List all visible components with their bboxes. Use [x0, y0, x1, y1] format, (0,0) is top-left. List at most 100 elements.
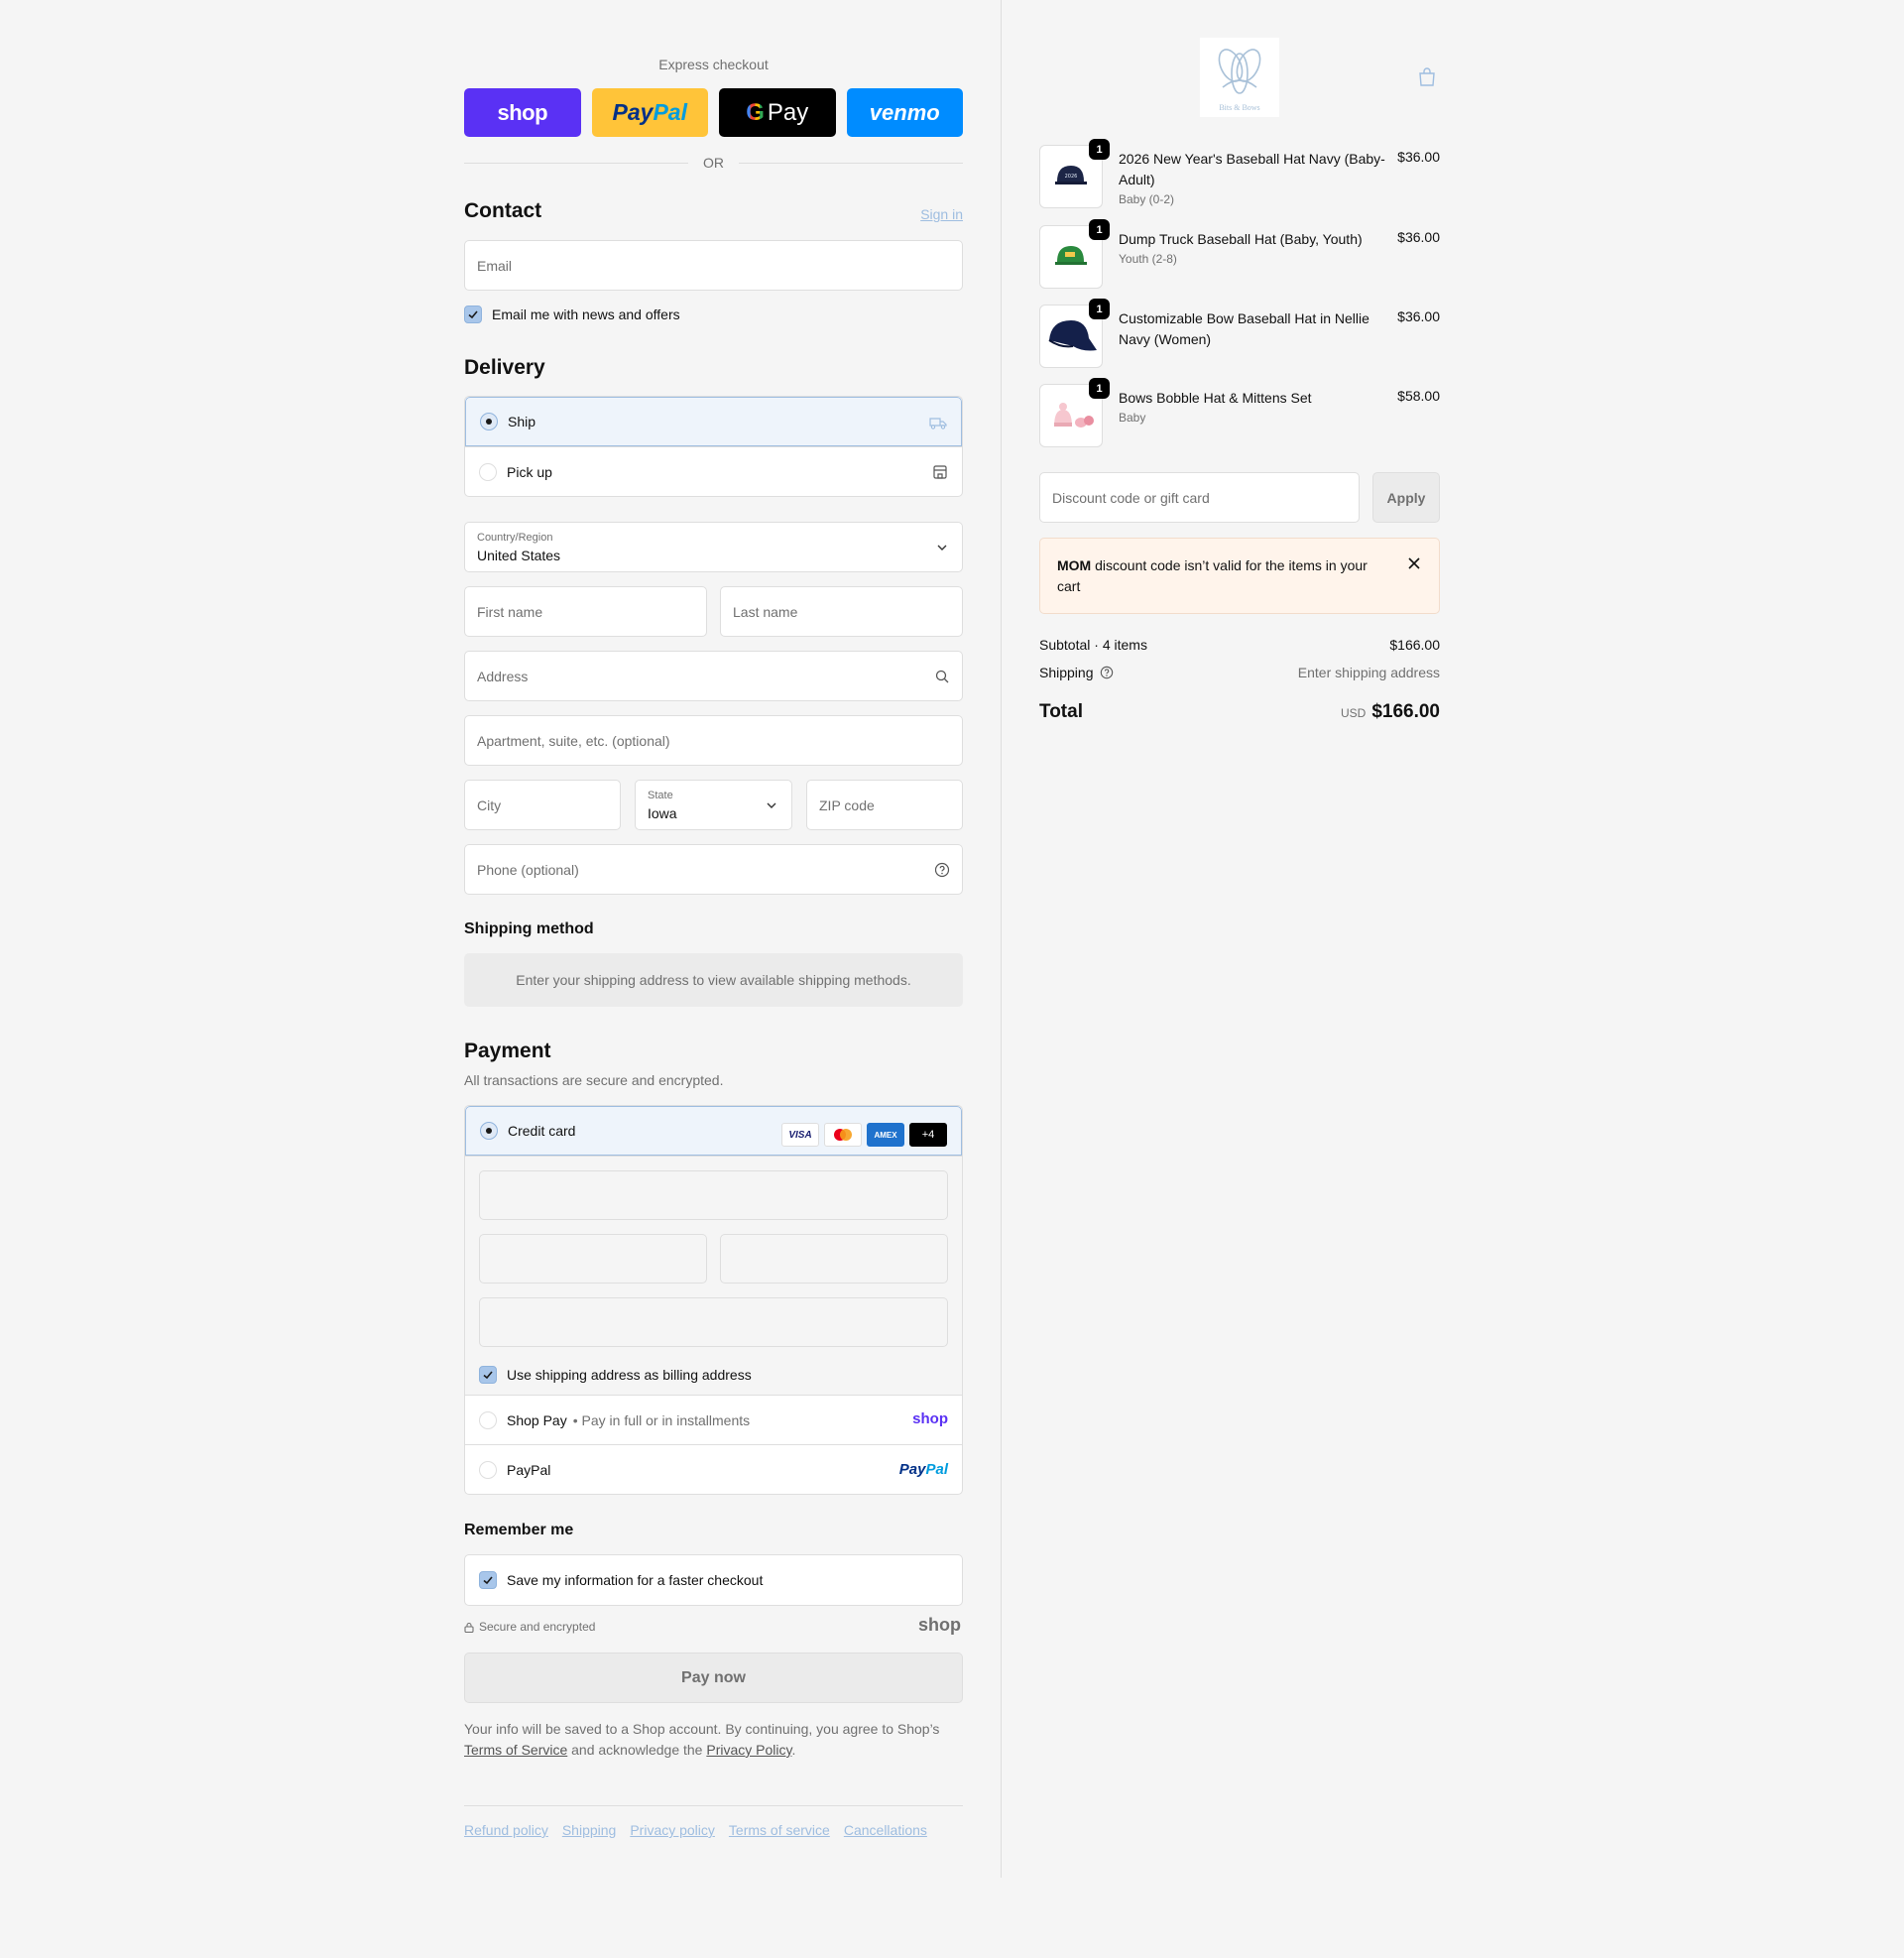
footer-link-shipping[interactable]: Shipping: [562, 1822, 617, 1838]
state-value: Iowa: [648, 805, 677, 821]
total-value: $166.00: [1371, 701, 1440, 722]
close-icon[interactable]: [1407, 556, 1421, 570]
country-select[interactable]: Country/Region United States: [464, 522, 963, 572]
first-name-field[interactable]: First name: [464, 586, 707, 637]
remember-me-box: Save my information for a faster checkou…: [464, 1554, 963, 1606]
total-label: Total: [1039, 701, 1083, 722]
delivery-option-ship[interactable]: Ship: [465, 397, 962, 446]
payment-option-shop-pay[interactable]: Shop Pay • Pay in full or in installment…: [465, 1395, 962, 1444]
billing-checkbox[interactable]: [479, 1366, 497, 1384]
discount-code-input[interactable]: Discount code or gift card: [1039, 472, 1360, 523]
google-g-icon: G: [746, 98, 765, 126]
store-logo[interactable]: Bits & Bows: [1200, 38, 1279, 117]
help-icon[interactable]: [1100, 666, 1114, 679]
subtotal-row: Subtotal · 4 items $166.00: [1039, 637, 1440, 653]
item-name: Bows Bobble Hat & Mittens Set Baby: [1119, 388, 1386, 427]
shopping-bag-icon[interactable]: [1418, 67, 1436, 87]
credit-card-label: Credit card: [508, 1123, 576, 1139]
last-name-field[interactable]: Last name: [720, 586, 963, 637]
apartment-field[interactable]: Apartment, suite, etc. (optional): [464, 715, 963, 766]
footer-link-privacy[interactable]: Privacy policy: [630, 1822, 715, 1838]
secure-label: Secure and encrypted: [479, 1620, 596, 1634]
ship-radio[interactable]: [480, 413, 498, 430]
column-divider: [1001, 0, 1002, 1878]
search-icon: [935, 670, 949, 683]
payment-subtitle: All transactions are secure and encrypte…: [464, 1072, 724, 1088]
item-variant: Youth (2-8): [1119, 252, 1177, 266]
shop-pay-express-button[interactable]: shop: [464, 88, 581, 137]
country-label: Country/Region: [477, 532, 553, 544]
payment-option-paypal[interactable]: PayPal PayPal: [465, 1444, 962, 1494]
email-field[interactable]: Email: [464, 240, 963, 291]
news-checkbox[interactable]: [464, 306, 482, 323]
news-checkbox-label: Email me with news and offers: [492, 306, 680, 322]
terms-of-service-link[interactable]: Terms of Service: [464, 1742, 567, 1758]
delivery-option-pickup[interactable]: Pick up: [465, 446, 962, 496]
apply-discount-button[interactable]: Apply: [1372, 472, 1440, 523]
name-on-card-field[interactable]: [479, 1297, 948, 1347]
footer-link-terms[interactable]: Terms of service: [729, 1822, 830, 1838]
subtotal-label: Subtotal · 4 items: [1039, 637, 1147, 653]
footer-link-refund[interactable]: Refund policy: [464, 1822, 548, 1838]
shop-pay-logo: shop: [497, 99, 548, 125]
save-info-checkbox[interactable]: [479, 1571, 497, 1589]
item-variant: Baby: [1119, 411, 1146, 425]
billing-checkbox-label: Use shipping address as billing address: [507, 1367, 752, 1383]
ship-label: Ship: [508, 414, 536, 429]
address-field[interactable]: Address: [464, 651, 963, 701]
secure-note: Secure and encrypted: [464, 1620, 595, 1634]
footer-divider: [464, 1805, 963, 1806]
save-info-label: Save my information for a faster checkou…: [507, 1572, 764, 1588]
shop-pay-radio[interactable]: [479, 1410, 497, 1429]
city-field[interactable]: City: [464, 780, 621, 830]
last-name-placeholder: Last name: [733, 604, 798, 620]
amex-icon: AMEX: [867, 1123, 904, 1147]
card-logos: VISA AMEX +4: [781, 1123, 947, 1147]
item-name: Customizable Bow Baseball Hat in Nellie …: [1119, 310, 1369, 347]
billing-checkbox-row[interactable]: Use shipping address as billing address: [479, 1366, 752, 1384]
remember-me-heading: Remember me: [464, 1522, 574, 1538]
checkmark-icon: [483, 1576, 493, 1585]
help-icon[interactable]: [934, 862, 950, 878]
save-info-row[interactable]: Save my information for a faster checkou…: [465, 1555, 962, 1605]
card-number-field[interactable]: [479, 1170, 948, 1220]
shop-brand-logo: shop: [918, 1615, 961, 1635]
credit-card-radio[interactable]: [480, 1122, 498, 1140]
phone-placeholder: Phone (optional): [477, 862, 579, 878]
shop-pay-logo: shop: [912, 1410, 948, 1427]
shipping-value: Enter shipping address: [1297, 665, 1440, 680]
lock-icon: [464, 1622, 474, 1633]
pay-now-button[interactable]: Pay now: [464, 1652, 963, 1703]
payment-options: Credit card VISA AMEX +4 Use shipping ad…: [464, 1105, 963, 1495]
footer-link-cancellations[interactable]: Cancellations: [844, 1822, 927, 1838]
or-label: OR: [703, 155, 724, 171]
item-price: $36.00: [1397, 229, 1440, 245]
payment-option-credit-card[interactable]: Credit card VISA AMEX +4: [465, 1106, 962, 1156]
expiration-field[interactable]: [479, 1234, 707, 1284]
phone-field[interactable]: Phone (optional): [464, 844, 963, 895]
paypal-radio[interactable]: [479, 1460, 497, 1479]
news-checkbox-row[interactable]: Email me with news and offers: [464, 306, 680, 323]
google-pay-express-button[interactable]: G Pay: [719, 88, 836, 137]
discount-error-text: MOM discount code isn’t valid for the it…: [1057, 557, 1368, 594]
state-select[interactable]: State Iowa: [635, 780, 792, 830]
svg-text:2026: 2026: [1065, 174, 1078, 180]
security-code-field[interactable]: [720, 1234, 948, 1284]
legal-text: Your info will be saved to a Shop accoun…: [464, 1721, 940, 1758]
shipping-row: Shipping Enter shipping address: [1039, 665, 1440, 680]
item-price: $36.00: [1397, 308, 1440, 324]
pickup-radio[interactable]: [479, 462, 497, 481]
truck-icon: [929, 418, 947, 429]
paypal-express-button[interactable]: Pay Pal: [591, 88, 708, 137]
pickup-label: Pick up: [507, 463, 552, 480]
delivery-options: Ship Pick up: [464, 396, 963, 497]
apartment-placeholder: Apartment, suite, etc. (optional): [477, 733, 670, 749]
zip-field[interactable]: ZIP code: [806, 780, 963, 830]
quantity-badge: 1: [1089, 139, 1110, 160]
sign-in-link[interactable]: Sign in: [920, 206, 963, 222]
privacy-policy-link[interactable]: Privacy Policy: [706, 1742, 791, 1758]
venmo-express-button[interactable]: venmo: [846, 88, 963, 137]
credit-card-form: Use shipping address as billing address: [465, 1156, 962, 1395]
chevron-down-icon: [767, 802, 776, 808]
store-logo-text: Bits & Bows: [1219, 102, 1260, 112]
